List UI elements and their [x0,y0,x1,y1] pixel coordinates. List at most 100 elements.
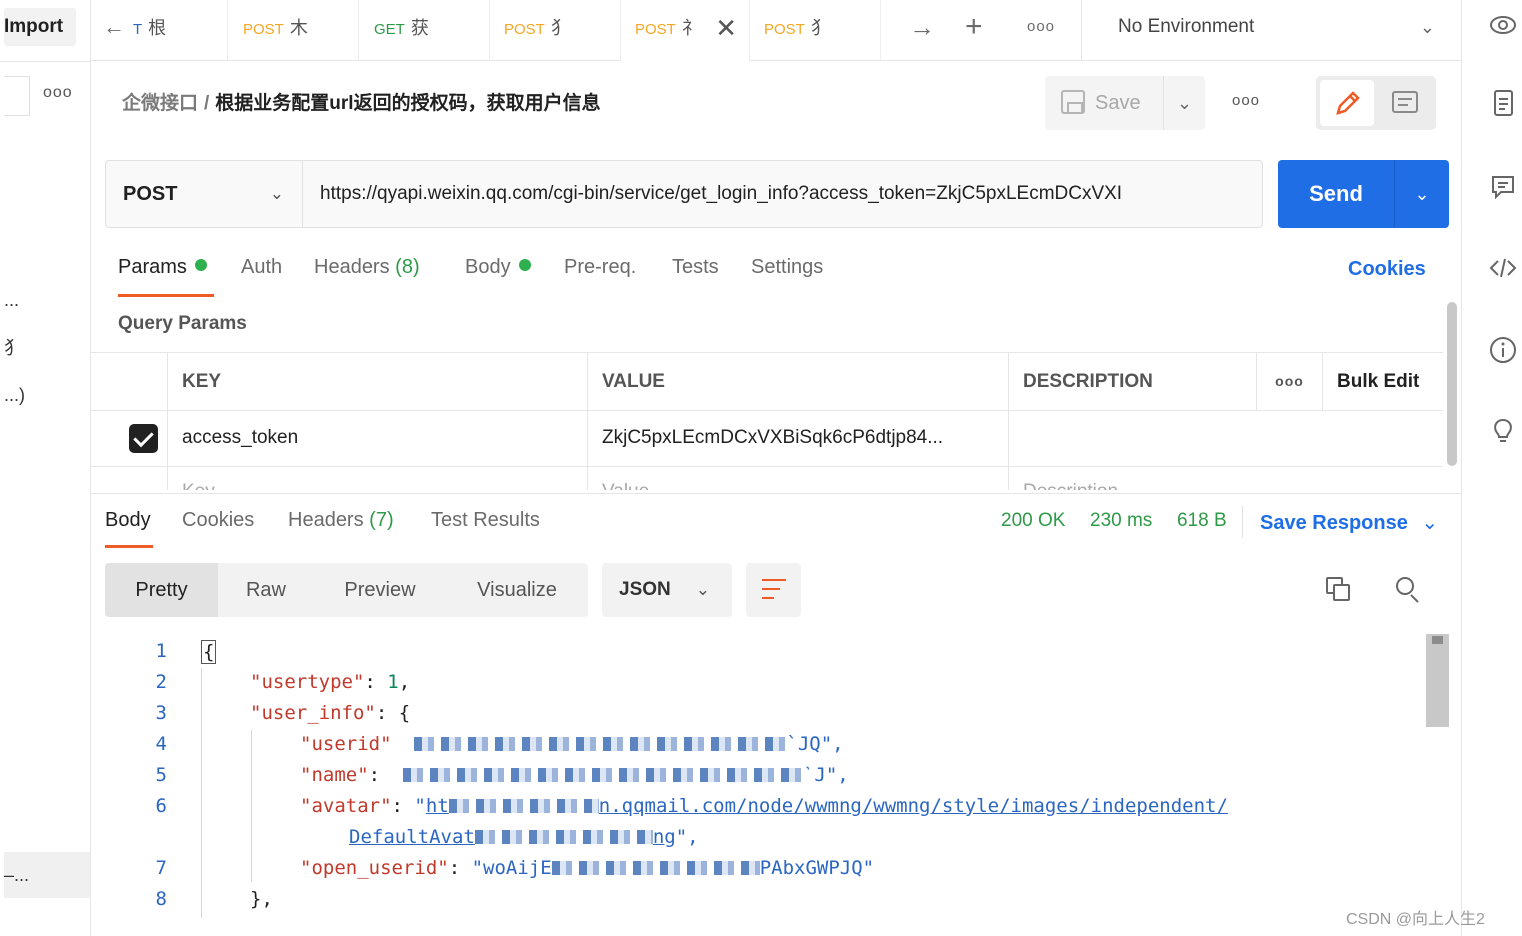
new-param-key-input[interactable]: Key [167,467,587,490]
json-key: "name" [300,764,369,786]
request-tab-active[interactable]: POST 礻 ✕ [621,0,750,61]
lightbulb-icon[interactable] [1488,416,1518,446]
copy-icon[interactable] [1326,577,1352,603]
chevron-down-icon: ⌄ [269,184,284,203]
response-tab-test-results[interactable]: Test Results [431,509,540,532]
cookies-link[interactable]: Cookies [1348,258,1426,281]
code-line: "open_userid": "woAijE PAbxGWPJQ" [300,857,874,879]
response-format-select[interactable]: JSON ⌄ [602,563,732,617]
tab-method: GET [374,21,405,38]
tab-prereq[interactable]: Pre-req. [564,256,636,279]
response-tab-headers[interactable]: Headers (7) [288,509,394,532]
active-tab-indicator [118,294,214,297]
param-enabled-checkbox[interactable] [129,424,158,453]
tab-name: 礻 [681,18,700,38]
params-scrollbar[interactable] [1447,302,1457,466]
sidebar-item-selected[interactable]: –... [4,852,90,898]
param-description-cell[interactable] [1008,411,1443,466]
response-body-viewer[interactable]: 1 2 3 4 5 6 7 8 { "usertype": 1, "user_i… [91,632,1426,922]
request-tab[interactable]: POST 犭 [750,0,881,61]
save-response-button[interactable]: Save Response ⌄ [1260,510,1438,535]
edit-pencil-icon[interactable] [1320,80,1374,126]
line-number: 2 [155,671,167,693]
tabs-more-icon[interactable]: ooo [1027,18,1055,35]
tab-name: 获 [410,18,429,38]
save-icon [1061,90,1085,114]
bulk-edit-button[interactable]: Bulk Edit [1322,353,1443,410]
import-button[interactable]: Import [4,8,76,46]
request-tab[interactable]: POST 犭 [490,0,621,61]
new-param-description-input[interactable]: Description [1008,467,1443,490]
json-link[interactable]: ht [426,795,449,817]
sidebar-item[interactable]: ... [4,290,19,311]
json-link[interactable]: n.qqmail.com/node/wwmng/wwmng/style/imag… [599,795,1228,817]
send-dropdown-chevron-icon[interactable]: ⌄ [1394,160,1449,228]
param-value-cell[interactable]: ZkjC5pxLEcmDCxVXBiSqk6cP6dtjp84... [587,411,1008,466]
documentation-view-icon[interactable] [1378,80,1432,126]
json-punct: , [398,671,411,693]
tab-method: T [133,21,143,38]
method-select[interactable]: POST ⌄ [106,161,303,227]
tab-tests[interactable]: Tests [672,256,719,279]
json-punct: : { [375,702,411,724]
response-tab-cookies[interactable]: Cookies [182,509,254,532]
request-tab[interactable]: POST 木 [228,0,359,61]
response-tab-body[interactable]: Body [105,509,151,532]
arrow-left-icon[interactable]: ← [103,14,125,40]
response-format-label: JSON [619,579,671,600]
breadcrumb: 企微接口 / 根据业务配置url返回的授权码，获取用户信息 [122,88,601,115]
request-title[interactable]: 根据业务配置url返回的授权码，获取用户信息 [215,93,600,114]
save-dropdown-chevron-icon[interactable]: ⌄ [1163,76,1205,130]
params-more-icon[interactable]: ooo [1256,353,1322,410]
sidebar-item[interactable]: ...) [4,385,25,406]
tab-method: POST [635,21,676,38]
view-preview-button[interactable]: Preview [314,563,446,617]
request-more-icon[interactable]: ooo [1232,92,1260,109]
view-visualize-button[interactable]: Visualize [446,563,588,617]
param-key-cell[interactable]: access_token [167,411,587,466]
view-raw-button[interactable]: Raw [218,563,314,617]
json-link[interactable]: DefaultAvat [349,826,475,848]
line-number: 4 [155,733,167,755]
new-tab-plus-icon[interactable]: + [965,10,983,44]
tab-settings[interactable]: Settings [751,256,823,279]
response-view-selector: Pretty Raw Preview Visualize [105,563,588,617]
tab-headers[interactable]: Headers (8) [314,256,420,279]
info-icon[interactable] [1488,335,1518,365]
view-pretty-button[interactable]: Pretty [105,563,218,617]
save-button[interactable]: Save [1045,76,1161,130]
search-icon[interactable] [1396,577,1422,603]
response-time[interactable]: 230 ms [1090,510,1152,532]
comments-icon[interactable] [1488,172,1518,202]
response-size[interactable]: 618 B [1177,510,1227,532]
sidebar-more-button[interactable]: ooo [43,84,73,102]
breadcrumb-collection[interactable]: 企微接口 [122,93,198,114]
wrap-lines-icon-line [762,588,780,590]
tab-params[interactable]: Params [118,256,207,279]
tab-method: POST [243,21,284,38]
code-scrollbar[interactable] [1426,634,1449,727]
wrap-lines-button[interactable] [746,563,801,617]
new-param-value-input[interactable]: Value [587,467,1008,490]
redacted-value [551,861,760,875]
response-divider[interactable] [91,493,1461,494]
json-link[interactable]: ng [653,826,676,848]
arrow-right-icon[interactable]: → [909,12,935,43]
request-tab[interactable]: GET 获 [359,0,490,61]
send-button[interactable]: Send [1278,160,1394,228]
tab-auth[interactable]: Auth [241,256,282,279]
code-line: "usertype": 1, [250,671,410,693]
close-icon[interactable]: ✕ [715,0,737,56]
environment-select[interactable]: No Environment ⌄ [1081,0,1453,61]
sidebar-item[interactable]: 犭 [4,334,22,360]
response-status[interactable]: 200 OK [1001,510,1065,532]
response-stats-divider [1242,506,1243,538]
column-header-description: DESCRIPTION [1008,353,1256,410]
tab-body[interactable]: Body [465,256,531,279]
url-input[interactable]: https://qyapi.weixin.qq.com/cgi-bin/serv… [320,161,1250,227]
sidebar-search-input[interactable] [4,76,30,116]
eye-icon[interactable] [1488,10,1518,40]
code-icon[interactable] [1488,253,1518,283]
documentation-icon[interactable] [1488,88,1518,118]
table-row: access_token ZkjC5pxLEcmDCxVXBiSqk6cP6dt… [91,411,1443,467]
